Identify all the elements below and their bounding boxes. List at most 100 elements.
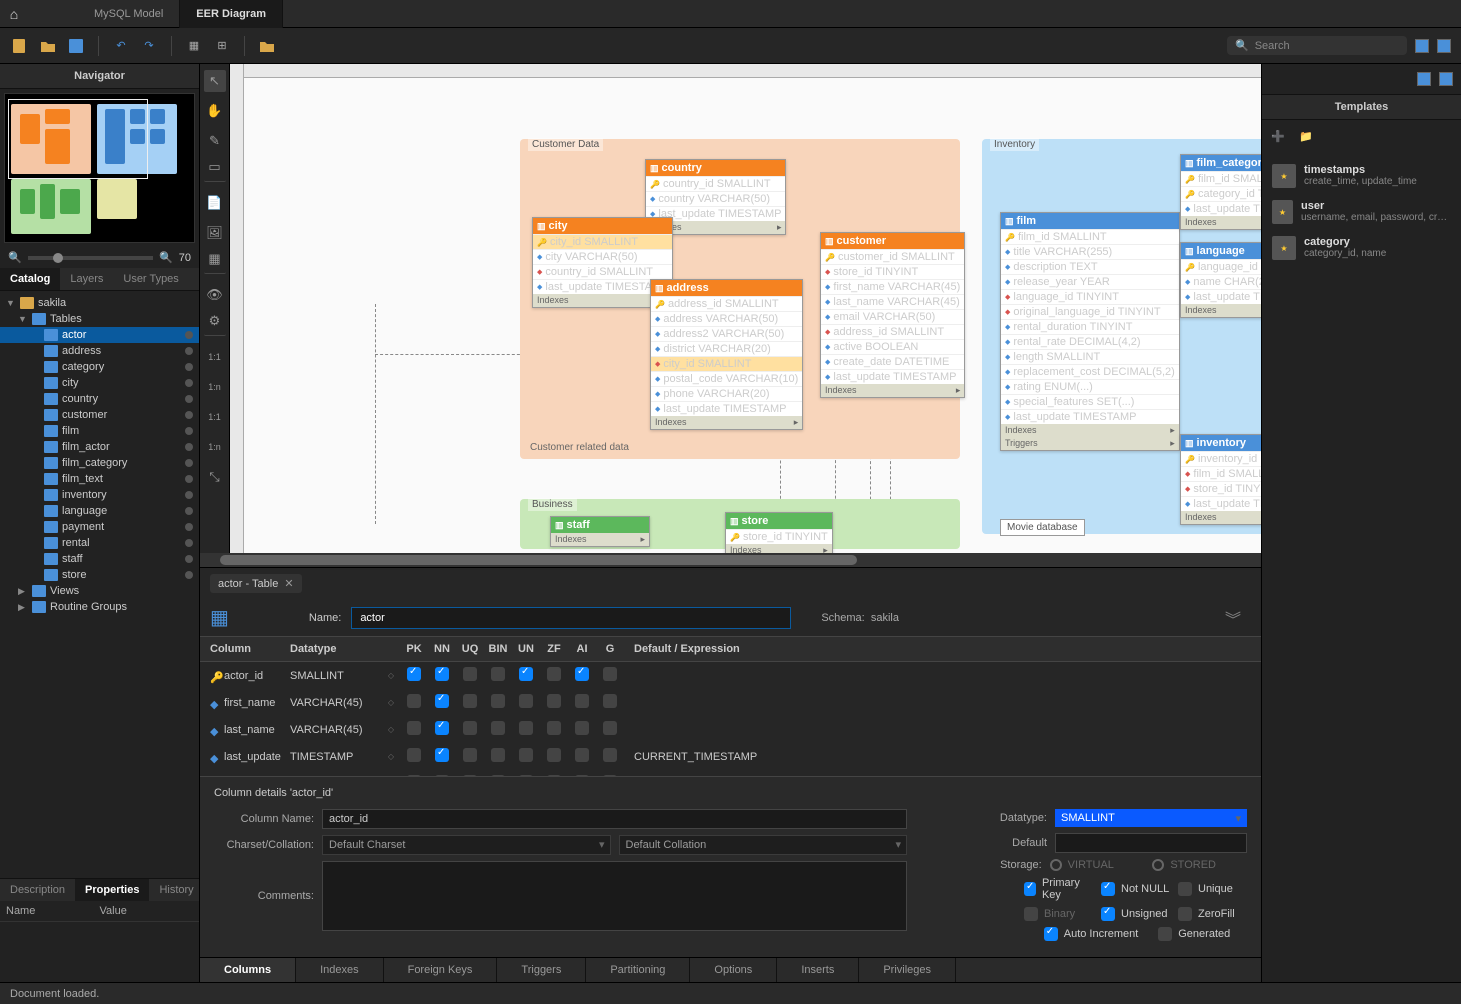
pk-checkbox[interactable] bbox=[407, 721, 421, 735]
tab-eer-diagram[interactable]: EER Diagram bbox=[180, 0, 283, 28]
un-check[interactable] bbox=[1101, 907, 1115, 921]
nn-check[interactable] bbox=[1101, 882, 1115, 896]
template-timestamps[interactable]: ★timestampscreate_time, update_time bbox=[1268, 158, 1455, 194]
editor-tab[interactable]: actor - Table ✕ bbox=[210, 574, 302, 593]
home-icon[interactable]: ⌂ bbox=[0, 6, 28, 22]
canvas-scrollbar[interactable] bbox=[200, 553, 1261, 567]
model-icon[interactable] bbox=[257, 36, 277, 56]
search-input[interactable]: 🔍 Search bbox=[1227, 36, 1407, 55]
zf-checkbox[interactable] bbox=[547, 694, 561, 708]
un-checkbox[interactable] bbox=[519, 694, 533, 708]
bin-check[interactable] bbox=[1024, 907, 1038, 921]
ai-checkbox[interactable] bbox=[575, 694, 589, 708]
select-tool[interactable]: ↖ bbox=[204, 70, 226, 92]
tab-user-types[interactable]: User Types bbox=[113, 268, 188, 290]
hand-tool[interactable]: ✋ bbox=[204, 100, 226, 122]
table-actor[interactable]: actor bbox=[0, 327, 199, 343]
folder-template-icon[interactable]: 📁 bbox=[1296, 126, 1316, 146]
open-file-icon[interactable] bbox=[38, 36, 58, 56]
eraser-tool[interactable]: ✎ bbox=[204, 130, 226, 152]
rel-nm-tool[interactable]: ⤡ bbox=[204, 466, 226, 488]
table-language[interactable]: language bbox=[0, 503, 199, 519]
rel-1-1-tool[interactable]: 1:1 bbox=[204, 346, 226, 368]
new-file-icon[interactable] bbox=[10, 36, 30, 56]
tab-description[interactable]: Description bbox=[0, 879, 75, 901]
tab-layers[interactable]: Layers bbox=[60, 268, 113, 290]
pk-checkbox[interactable] bbox=[407, 694, 421, 708]
column-row[interactable]: ◆first_name VARCHAR(45)◇ bbox=[200, 689, 1261, 716]
g-checkbox[interactable] bbox=[603, 748, 617, 762]
save-file-icon[interactable] bbox=[66, 36, 86, 56]
tab-history[interactable]: History bbox=[149, 879, 203, 901]
nn-checkbox[interactable] bbox=[435, 667, 449, 681]
note-tool[interactable]: 📄 bbox=[204, 192, 226, 214]
g-checkbox[interactable] bbox=[603, 721, 617, 735]
ai-check[interactable] bbox=[1044, 927, 1058, 941]
rel-1-n-b-tool[interactable]: 1:n bbox=[204, 436, 226, 458]
panel-toggle-1[interactable] bbox=[1417, 72, 1431, 86]
table-film[interactable]: film bbox=[0, 423, 199, 439]
layout-toggle-left[interactable] bbox=[1415, 39, 1429, 53]
column-name-input[interactable] bbox=[322, 809, 907, 829]
diagram-table-store[interactable]: storestore_id TINYINTIndexes bbox=[725, 512, 833, 553]
ai-checkbox[interactable] bbox=[575, 667, 589, 681]
nn-checkbox[interactable] bbox=[435, 694, 449, 708]
table-film_text[interactable]: film_text bbox=[0, 471, 199, 487]
table-inventory[interactable]: inventory bbox=[0, 487, 199, 503]
bin-checkbox[interactable] bbox=[491, 721, 505, 735]
grid-icon[interactable]: ▦ bbox=[184, 36, 204, 56]
un-checkbox[interactable] bbox=[519, 748, 533, 762]
tables-node[interactable]: ▼Tables bbox=[0, 311, 199, 327]
zoom-slider[interactable] bbox=[28, 256, 153, 260]
routine-tool[interactable]: ⚙ bbox=[204, 314, 226, 336]
view-tool[interactable]: 👁 bbox=[204, 284, 226, 306]
table-rental[interactable]: rental bbox=[0, 535, 199, 551]
tab-triggers[interactable]: Triggers bbox=[497, 958, 586, 982]
diagram-table-language[interactable]: languagelanguage_id TINYINTname CHAR(20)… bbox=[1180, 242, 1261, 318]
zoom-in-icon[interactable]: 🔍 bbox=[159, 251, 173, 264]
redo-icon[interactable]: ↷ bbox=[139, 36, 159, 56]
gen-check[interactable] bbox=[1158, 927, 1172, 941]
table-city[interactable]: city bbox=[0, 375, 199, 391]
table-category[interactable]: category bbox=[0, 359, 199, 375]
diagram-table-customer[interactable]: customercustomer_id SMALLINTstore_id TIN… bbox=[820, 232, 965, 398]
uq-checkbox[interactable] bbox=[463, 667, 477, 681]
datatype-select[interactable]: SMALLINT bbox=[1055, 809, 1247, 827]
tab-inserts[interactable]: Inserts bbox=[777, 958, 859, 982]
diagram-table-address[interactable]: addressaddress_id SMALLINTaddress VARCHA… bbox=[650, 279, 803, 430]
table-tool[interactable]: ▦ bbox=[204, 252, 226, 274]
add-template-icon[interactable]: ➕ bbox=[1268, 126, 1288, 146]
table-film_actor[interactable]: film_actor bbox=[0, 439, 199, 455]
bin-checkbox[interactable] bbox=[491, 748, 505, 762]
diagram-table-film_category[interactable]: film_categoryfilm_id SMALLINTcategory_id… bbox=[1180, 154, 1261, 230]
nn-checkbox[interactable] bbox=[435, 721, 449, 735]
default-input[interactable] bbox=[1055, 833, 1247, 853]
collation-select[interactable]: Default Collation bbox=[619, 835, 908, 855]
tab-foreign-keys[interactable]: Foreign Keys bbox=[384, 958, 498, 982]
close-icon[interactable]: ✕ bbox=[284, 577, 293, 590]
g-checkbox[interactable] bbox=[603, 694, 617, 708]
align-icon[interactable]: ⊞ bbox=[212, 36, 232, 56]
column-row[interactable]: ◆last_name VARCHAR(45)◇ bbox=[200, 716, 1261, 743]
table-film_category[interactable]: film_category bbox=[0, 455, 199, 471]
layer-tool[interactable]: ▭ bbox=[204, 160, 226, 182]
template-user[interactable]: ★userusername, email, password, cre... bbox=[1268, 194, 1455, 230]
diagram-table-staff[interactable]: staffIndexes bbox=[550, 516, 650, 547]
pk-checkbox[interactable] bbox=[407, 667, 421, 681]
tab-catalog[interactable]: Catalog bbox=[0, 268, 60, 290]
zf-checkbox[interactable] bbox=[547, 667, 561, 681]
uq-checkbox[interactable] bbox=[463, 694, 477, 708]
ai-checkbox[interactable] bbox=[575, 721, 589, 735]
uq-checkbox[interactable] bbox=[463, 748, 477, 762]
tab-indexes[interactable]: Indexes bbox=[296, 958, 384, 982]
layout-toggle-right[interactable] bbox=[1437, 39, 1451, 53]
comments-input[interactable] bbox=[322, 861, 907, 931]
zf-checkbox[interactable] bbox=[547, 748, 561, 762]
bin-checkbox[interactable] bbox=[491, 694, 505, 708]
tab-mysql-model[interactable]: MySQL Model bbox=[78, 0, 180, 28]
zf-checkbox[interactable] bbox=[547, 721, 561, 735]
routine-groups-node[interactable]: ▶Routine Groups bbox=[0, 599, 199, 615]
panel-toggle-2[interactable] bbox=[1439, 72, 1453, 86]
un-checkbox[interactable] bbox=[519, 721, 533, 735]
diagram-table-film[interactable]: filmfilm_id SMALLINTtitle VARCHAR(255)de… bbox=[1000, 212, 1180, 451]
